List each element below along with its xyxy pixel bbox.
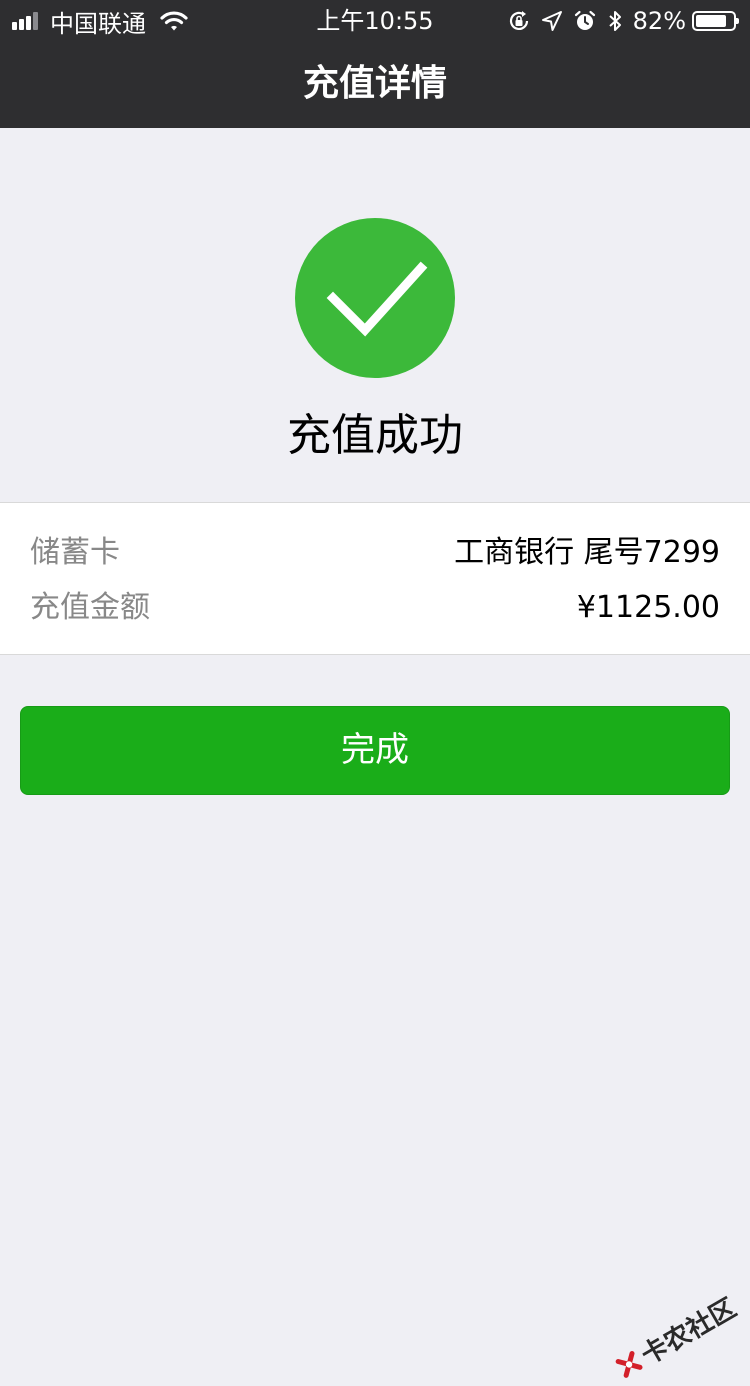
result-title: 充值成功	[287, 410, 463, 461]
detail-row-card: 储蓄卡 工商银行 尾号7299	[30, 533, 720, 573]
bluetooth-icon	[607, 9, 623, 33]
watermark: 卡农社区	[609, 1288, 742, 1386]
detail-row-amount: 充值金额 ¥1125.00	[30, 588, 720, 628]
checkmark-icon	[295, 218, 455, 378]
nav-bar: 充值详情	[0, 40, 750, 128]
detail-card: 储蓄卡 工商银行 尾号7299 充值金额 ¥1125.00	[0, 502, 750, 655]
battery-icon	[692, 11, 739, 31]
detail-value: 工商银行 尾号7299	[454, 535, 720, 570]
location-icon	[541, 10, 563, 32]
watermark-text: 卡农社区	[636, 1293, 742, 1372]
alarm-icon	[573, 9, 597, 33]
orientation-lock-icon	[507, 9, 531, 33]
status-right: 82%	[497, 6, 739, 36]
detail-label: 储蓄卡	[30, 535, 120, 570]
page-title: 充值详情	[302, 63, 447, 104]
battery-fill	[696, 15, 726, 27]
detail-value: ¥1125.00	[576, 590, 720, 625]
done-button[interactable]: 完成	[20, 706, 730, 795]
detail-label: 充值金额	[30, 590, 150, 625]
status-bar: 中国联通 上午10:55 82%	[0, 0, 750, 40]
battery-percent: 82%	[632, 7, 686, 35]
